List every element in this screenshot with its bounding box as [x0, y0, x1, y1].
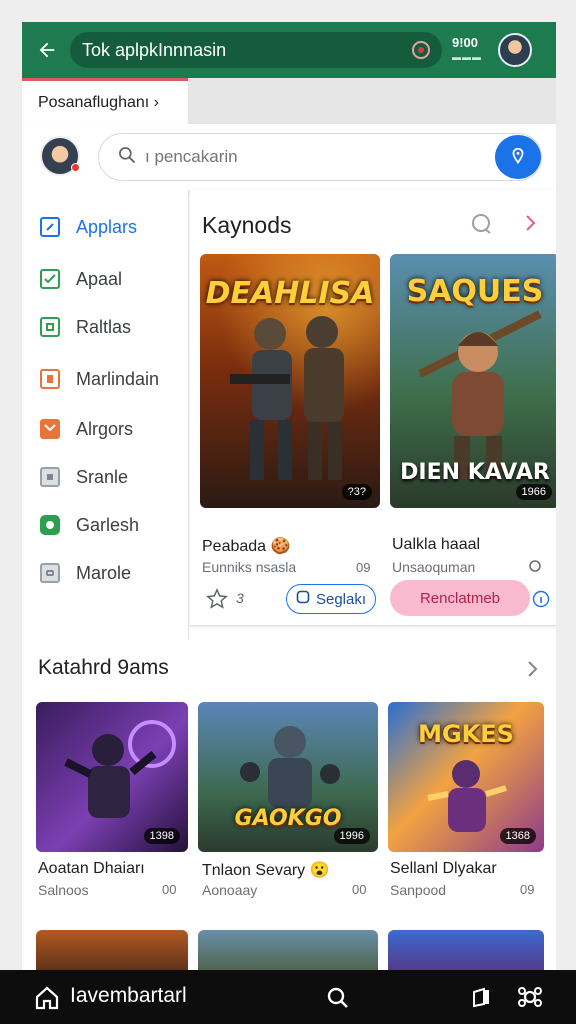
search-icon[interactable]: [326, 986, 350, 1015]
star-icon[interactable]: [206, 588, 228, 615]
app-square-icon: [40, 217, 60, 237]
game-developer: Aonoaay: [202, 882, 258, 898]
game-thumbnail[interactable]: [388, 930, 544, 970]
grey-square-icon: [40, 467, 60, 487]
featured-actions: 3 Seglakı Renclatmeb: [190, 580, 556, 620]
user-avatar[interactable]: [40, 136, 80, 176]
game-thumbnail[interactable]: [36, 930, 188, 970]
profile-avatar[interactable]: [498, 33, 532, 67]
sidebar-item-apaal[interactable]: Apaal: [40, 264, 122, 294]
sidebar-item-alrgors[interactable]: Alrgors: [40, 414, 133, 444]
search-box[interactable]: [98, 133, 542, 181]
game-count: 00: [162, 882, 177, 897]
game-badge: 1966: [515, 484, 552, 500]
game-count: 00: [352, 882, 367, 897]
game-count: 09: [520, 882, 535, 897]
game-developer: Salnoos: [38, 882, 89, 898]
game-thumbnail[interactable]: MGKES 1368: [388, 702, 544, 852]
sidebar-divider: [188, 190, 189, 640]
sidebar-item-sranle[interactable]: Sranle: [40, 462, 128, 492]
outline-action-button[interactable]: Seglakı: [286, 584, 376, 614]
app-frame: Tok aplpkInnnasin 9!00 ▬▬▬ Posanaflughan…: [22, 22, 556, 970]
chevron-right-icon[interactable]: [524, 212, 544, 236]
game-name[interactable]: Peabada 🍪: [202, 536, 290, 556]
game-name[interactable]: Sellanl Dlyakar: [390, 860, 497, 878]
game-art-subtitle: DIEN KAVAR: [400, 460, 550, 485]
featured-card: Kaynods DEAHLISA ?3? Peabada 🍪 Eunniks n…: [190, 190, 556, 626]
chevron-right-icon[interactable]: [526, 658, 542, 680]
game-developer: Unsaoquman: [392, 559, 476, 575]
mic-icon: [512, 147, 524, 165]
sidebar-item-label: Alrgors: [76, 418, 134, 439]
game-badge: 1368: [499, 828, 536, 844]
notification-dot: [71, 163, 80, 172]
mail-square-icon: [40, 419, 60, 439]
game-name[interactable]: Aoatan Dhaiarı: [38, 860, 145, 878]
game-badge: 1398: [143, 828, 180, 844]
outline-action-label: Seglakı: [315, 590, 367, 608]
game-thumbnail[interactable]: SAQUES DIEN KAVAR 1966: [390, 254, 556, 508]
sidebar-item-label: Applars: [76, 216, 138, 237]
square-icon: [40, 317, 60, 337]
sidebar-item-label: Apaal: [76, 268, 123, 289]
game-developer: Eunniks nsasla: [202, 559, 297, 575]
bottom-bar-label[interactable]: Iavembartarl: [70, 984, 187, 1008]
featured-title: Kaynods: [202, 212, 292, 238]
library-icon[interactable]: [470, 986, 492, 1013]
check-square-icon: [40, 269, 60, 289]
sidebar-item-label: Sranle: [76, 466, 129, 487]
top-app-bar: Tok aplpkInnnasin 9!00 ▬▬▬: [22, 22, 556, 78]
url-text: Tok aplpkInnnasin: [82, 39, 227, 60]
game-thumbnail[interactable]: GAOKGO 1996: [198, 702, 378, 852]
search-input[interactable]: [145, 147, 445, 167]
game-name[interactable]: Ualkla haaal: [392, 536, 480, 554]
back-arrow-icon[interactable]: [32, 35, 62, 65]
game-name[interactable]: Tnlaon Sevary 😮: [202, 860, 330, 880]
primary-action-button[interactable]: Renclatmeb: [390, 580, 530, 616]
url-bar[interactable]: Tok aplpkInnnasin: [70, 32, 442, 68]
frame-square-icon: [40, 369, 60, 389]
game-thumbnail[interactable]: 1398: [36, 702, 188, 852]
game-badge: 1996: [333, 828, 370, 844]
search-row: [22, 124, 556, 190]
category-sidebar: Applars Apaal Raltlas Marlindain Alrgors…: [22, 190, 188, 650]
breadcrumb-tab[interactable]: Posanaflughanı ›: [22, 78, 188, 124]
game-count: 09: [356, 560, 371, 575]
tab-row: Posanaflughanı ›: [22, 78, 556, 124]
round-square-icon: [40, 515, 60, 535]
bookmark-icon: [296, 590, 310, 608]
status-ticker: 9!00 ▬▬▬: [452, 36, 492, 64]
sidebar-item-label: Marlindain: [76, 368, 160, 389]
star-count: 3: [236, 590, 244, 606]
settings-icon[interactable]: [516, 984, 544, 1015]
sidebar-item-label: Garlesh: [76, 514, 140, 535]
voice-search-button[interactable]: [495, 135, 541, 179]
sidebar-item-label: Raltlas: [76, 316, 132, 337]
chat-square-icon: [40, 563, 60, 583]
section-title: Katahrd 9ams: [38, 656, 169, 679]
home-icon[interactable]: [34, 986, 60, 1015]
game-developer: Sanpood: [390, 882, 447, 898]
sidebar-item-marlindain[interactable]: Marlindain: [40, 364, 159, 394]
sidebar-item-applars[interactable]: Applars: [40, 212, 137, 242]
game-thumbnail[interactable]: [198, 930, 378, 970]
chat-bubble-icon[interactable]: [470, 212, 494, 236]
refresh-icon[interactable]: [528, 559, 542, 576]
sidebar-item-label: Marole: [76, 562, 132, 583]
search-icon: [117, 145, 137, 170]
sidebar-item-garlesh[interactable]: Garlesh: [40, 510, 139, 540]
sidebar-item-marole[interactable]: Marole: [40, 558, 131, 588]
game-thumbnail[interactable]: DEAHLISA ?3?: [200, 254, 380, 508]
bottom-bar: Iavembartarl: [0, 970, 576, 1024]
game-badge: ?3?: [341, 484, 372, 500]
record-icon[interactable]: [412, 41, 430, 59]
soldier-figure-icon: [230, 316, 344, 480]
info-icon[interactable]: [532, 590, 550, 613]
sidebar-item-raltlas[interactable]: Raltlas: [40, 312, 131, 342]
ticker-value: 9!00: [452, 35, 479, 50]
ticker-dashes-icon: ▬▬▬: [452, 52, 482, 62]
